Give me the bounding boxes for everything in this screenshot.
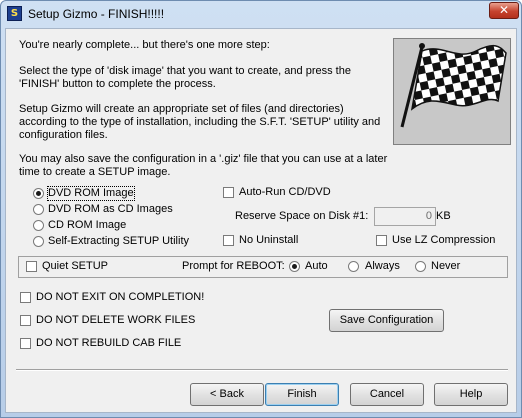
checkered-flag-image xyxy=(393,38,511,145)
save-configuration-button[interactable]: Save Configuration xyxy=(329,309,444,332)
back-button[interactable]: < Back xyxy=(190,383,264,406)
radio-dvd-rom-image[interactable] xyxy=(33,188,44,199)
setup-gizmo-window: S Setup Gizmo - FINISH!!!!! ✕ You're nea… xyxy=(0,0,522,418)
close-button[interactable]: ✕ xyxy=(489,2,519,19)
quiet-setup-checkbox[interactable] xyxy=(26,261,37,272)
no-uninstall-label[interactable]: No Uninstall xyxy=(239,234,298,247)
radio-label-self-extracting[interactable]: Self-Extracting SETUP Utility xyxy=(48,235,189,248)
radio-self-extracting[interactable] xyxy=(33,236,44,247)
radio-reboot-always[interactable] xyxy=(348,261,359,272)
reserve-space-unit: KB xyxy=(436,210,451,222)
radio-cd-rom-image[interactable] xyxy=(33,220,44,231)
prompt-reboot-label: Prompt for REBOOT: xyxy=(182,260,285,272)
radio-label-reboot-always[interactable]: Always xyxy=(365,260,400,273)
no-rebuild-label[interactable]: DO NOT REBUILD CAB FILE xyxy=(36,337,181,350)
button-separator xyxy=(16,369,508,371)
finish-button[interactable]: Finish xyxy=(265,383,339,406)
radio-label-reboot-never[interactable]: Never xyxy=(431,260,460,273)
intro-line-1: You're nearly complete... but there's on… xyxy=(19,39,270,51)
checkered-flag-icon xyxy=(400,43,507,128)
reserve-space-input[interactable]: 0 xyxy=(374,207,436,226)
radio-label-cd-rom-image[interactable]: CD ROM Image xyxy=(48,219,126,232)
no-rebuild-checkbox[interactable] xyxy=(20,338,31,349)
no-delete-label[interactable]: DO NOT DELETE WORK FILES xyxy=(36,314,195,327)
radio-reboot-auto[interactable] xyxy=(289,261,300,272)
auto-run-label[interactable]: Auto-Run CD/DVD xyxy=(239,186,331,199)
radio-label-reboot-auto[interactable]: Auto xyxy=(305,260,328,273)
auto-run-checkbox[interactable] xyxy=(223,187,234,198)
no-uninstall-checkbox[interactable] xyxy=(223,235,234,246)
cancel-button[interactable]: Cancel xyxy=(350,383,424,406)
close-icon: ✕ xyxy=(498,3,510,17)
radio-label-dvd-rom-image[interactable]: DVD ROM Image xyxy=(47,186,135,201)
quiet-setup-label[interactable]: Quiet SETUP xyxy=(42,260,108,273)
no-delete-checkbox[interactable] xyxy=(20,315,31,326)
radio-dvd-rom-as-cd[interactable] xyxy=(33,204,44,215)
title-bar[interactable]: S Setup Gizmo - FINISH!!!!! ✕ xyxy=(1,1,521,27)
no-exit-label[interactable]: DO NOT EXIT ON COMPLETION! xyxy=(36,291,204,304)
intro-line-4: You may also save the configuration in a… xyxy=(19,153,388,178)
lz-compression-label[interactable]: Use LZ Compression xyxy=(392,234,495,247)
help-button[interactable]: Help xyxy=(434,383,508,406)
setup-gizmo-icon: S xyxy=(7,6,22,21)
intro-line-2: Select the type of 'disk image' that you… xyxy=(19,65,351,90)
no-exit-checkbox[interactable] xyxy=(20,292,31,303)
reserve-space-label: Reserve Space on Disk #1: xyxy=(235,210,369,222)
dialog-body: You're nearly complete... but there's on… xyxy=(5,28,517,413)
lz-compression-checkbox[interactable] xyxy=(376,235,387,246)
window-title: Setup Gizmo - FINISH!!!!! xyxy=(28,7,165,21)
intro-line-3: Setup Gizmo will create an appropriate s… xyxy=(19,103,381,141)
radio-reboot-never[interactable] xyxy=(415,261,426,272)
radio-label-dvd-rom-as-cd[interactable]: DVD ROM as CD Images xyxy=(48,203,173,216)
